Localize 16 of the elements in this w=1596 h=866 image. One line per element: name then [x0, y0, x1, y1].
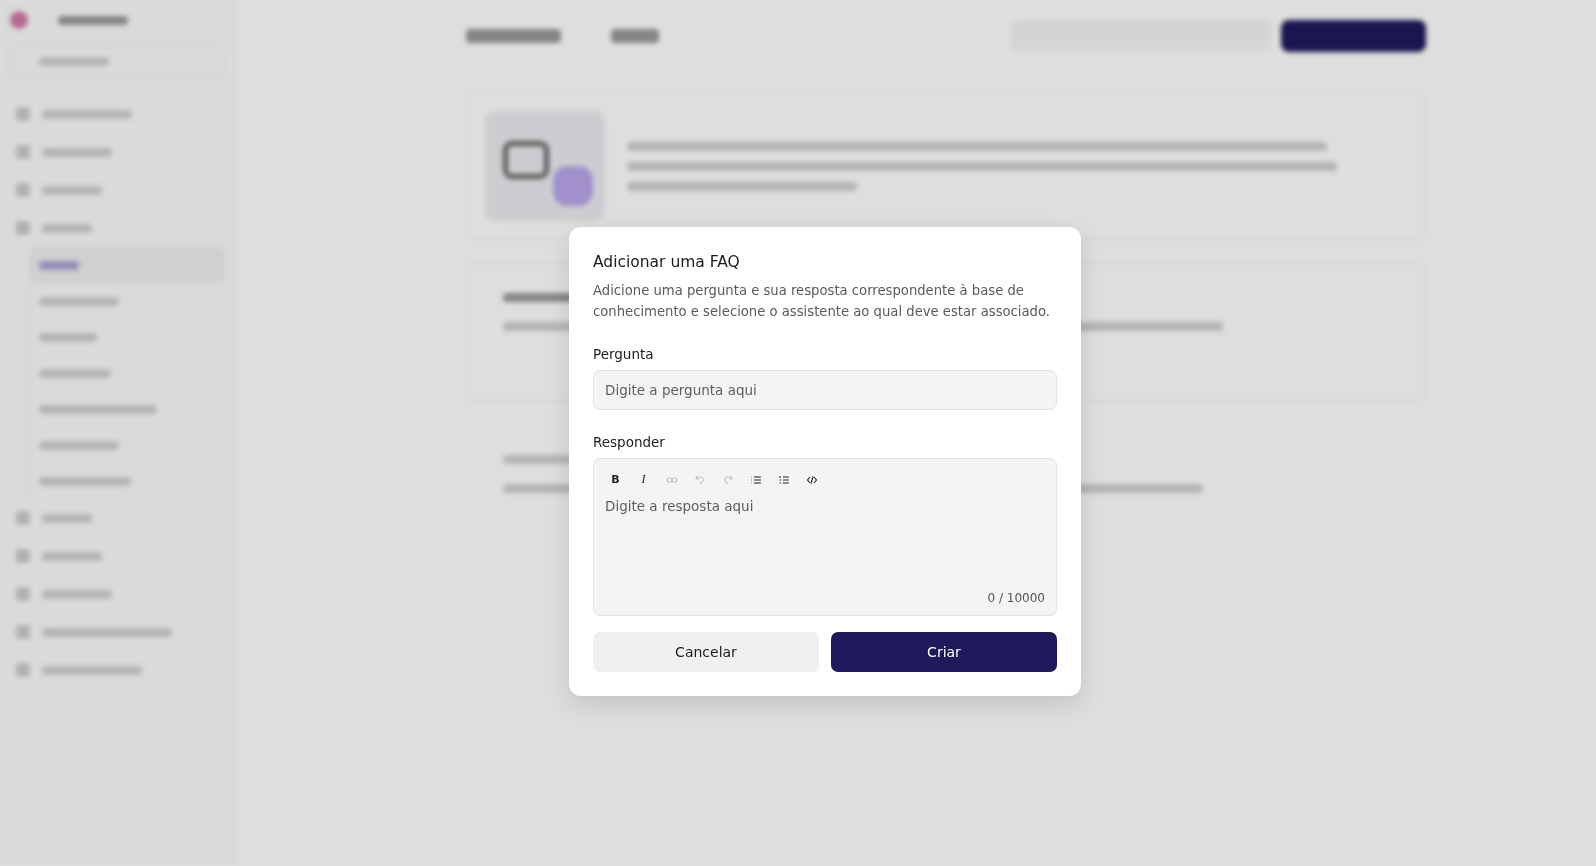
- dialog-title: Adicionar uma FAQ: [593, 253, 741, 271]
- numbered-list-icon: [777, 473, 790, 486]
- answer-editor[interactable]: B I Digite a resposta aqui 0 / 10000: [593, 458, 1057, 616]
- redo-icon: [721, 473, 734, 486]
- create-button[interactable]: Criar: [831, 632, 1057, 672]
- question-field[interactable]: Digite a pergunta aqui: [593, 370, 1057, 410]
- undo-icon: [693, 473, 706, 486]
- character-counter: 0 / 10000: [987, 591, 1045, 605]
- italic-button[interactable]: I: [633, 469, 654, 490]
- dialog-description: Adicione uma pergunta e sua resposta correspondente à base de conhecimento e selecione o assistente ao qual deve estar associado.: [593, 282, 1051, 321]
- cancel-button[interactable]: Cancelar: [593, 632, 819, 672]
- bold-button[interactable]: B: [605, 469, 626, 490]
- code-icon: [805, 473, 818, 486]
- field-label: Responder: [593, 434, 666, 450]
- answer-field[interactable]: Digite a resposta aqui: [605, 496, 1045, 591]
- field-label: Pergunta: [593, 346, 655, 362]
